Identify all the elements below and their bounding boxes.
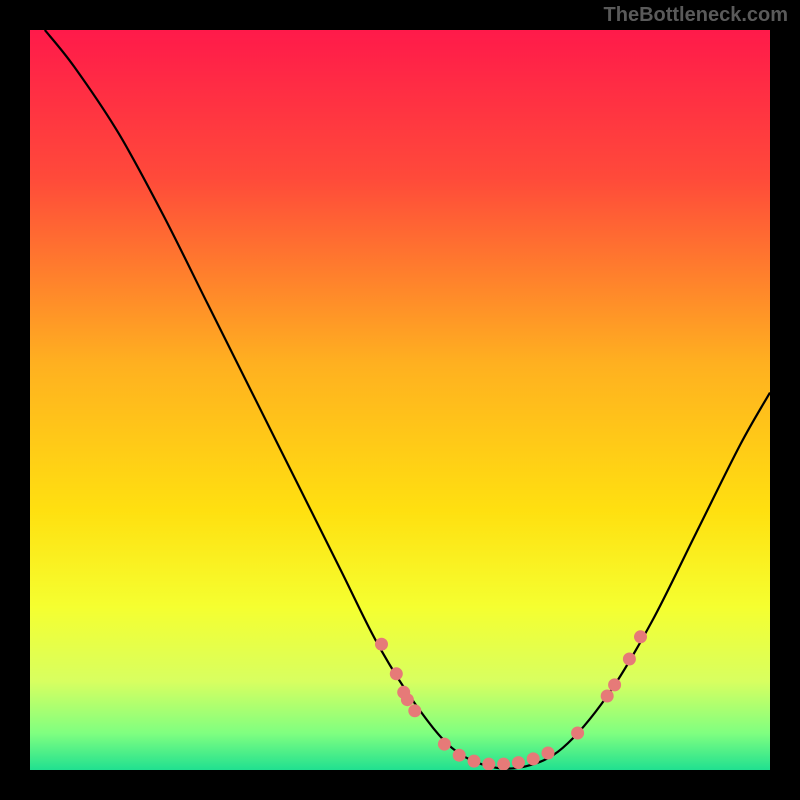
chart-container: TheBottleneck.com bbox=[0, 0, 800, 800]
highlight-dot bbox=[438, 738, 451, 751]
gradient-background bbox=[30, 30, 770, 770]
highlight-dot bbox=[634, 630, 647, 643]
highlight-dot bbox=[571, 727, 584, 740]
highlight-dot bbox=[375, 638, 388, 651]
highlight-dot bbox=[512, 756, 525, 769]
highlight-dot bbox=[527, 752, 540, 765]
highlight-dot bbox=[601, 690, 614, 703]
highlight-dot bbox=[401, 693, 414, 706]
highlight-dot bbox=[542, 746, 555, 759]
highlight-dot bbox=[497, 758, 510, 770]
highlight-dot bbox=[390, 667, 403, 680]
highlight-dot bbox=[482, 758, 495, 770]
plot-area bbox=[30, 30, 770, 770]
highlight-dot bbox=[453, 749, 466, 762]
watermark-text: TheBottleneck.com bbox=[604, 4, 788, 27]
highlight-dot bbox=[623, 653, 636, 666]
highlight-dot bbox=[468, 755, 481, 768]
highlight-dot bbox=[408, 704, 421, 717]
highlight-dot bbox=[608, 678, 621, 691]
chart-svg bbox=[30, 30, 770, 770]
